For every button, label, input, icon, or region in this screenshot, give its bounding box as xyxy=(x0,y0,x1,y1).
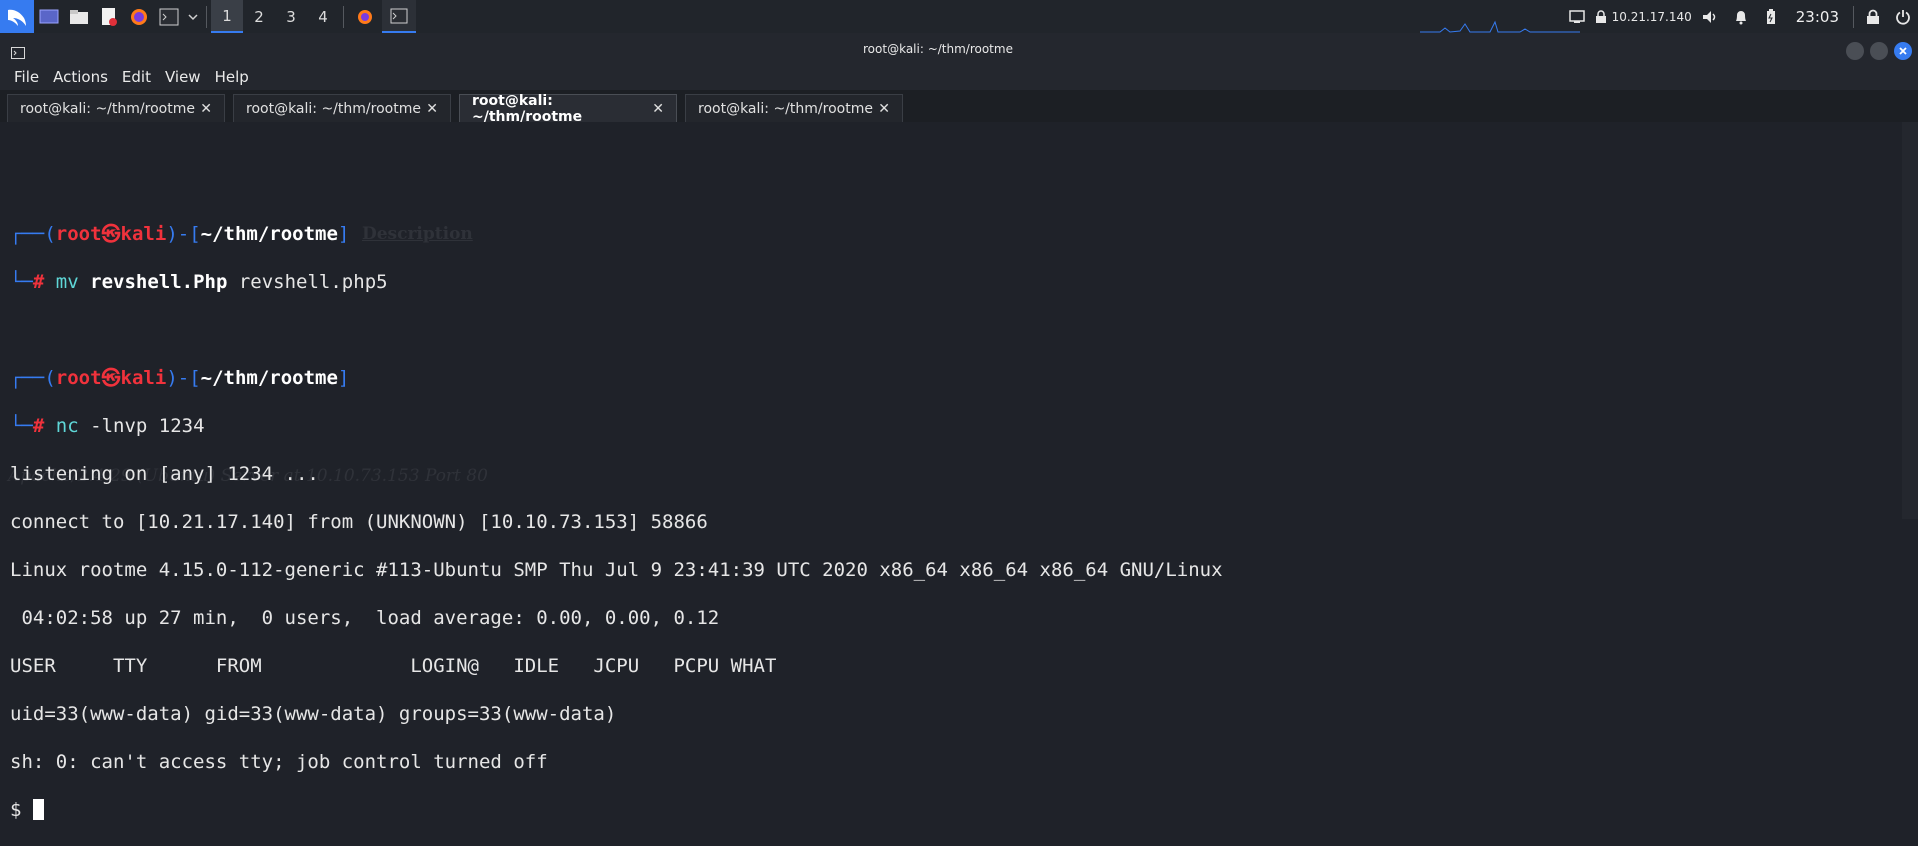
ghost-description: Description xyxy=(362,224,473,244)
terminal-scrollbar[interactable] xyxy=(1902,122,1918,519)
top-panel: 1 2 3 4 10.21.17.140 23:03 xyxy=(0,0,1918,33)
text-editor-icon[interactable] xyxy=(94,0,124,33)
window-titlebar[interactable]: root@kali: ~/thm/rootme xyxy=(0,33,1918,68)
maximize-button[interactable] xyxy=(1870,42,1888,60)
menu-file[interactable]: File xyxy=(0,68,39,86)
menu-bar: File Actions Edit View Help xyxy=(0,64,1918,90)
battery-icon[interactable] xyxy=(1756,0,1786,33)
tab-close-icon[interactable]: ✕ xyxy=(426,101,438,117)
tab-close-icon[interactable]: ✕ xyxy=(200,101,212,117)
file-manager-icon[interactable] xyxy=(64,0,94,33)
firefox-icon[interactable] xyxy=(124,0,154,33)
panel-separator xyxy=(343,5,344,28)
chevron-down-icon[interactable] xyxy=(184,0,202,33)
minimize-button[interactable] xyxy=(1846,42,1864,60)
output-line: uid=33(www-data) gid=33(www-data) groups… xyxy=(10,703,617,725)
tab-bar: root@kali: ~/thm/rootme ✕ root@kali: ~/th… xyxy=(0,90,1918,125)
shell-prompt-line: $ xyxy=(10,798,1902,822)
ghost-footer: Apache/2.4.29 (Ubuntu) Server at 10.10.7… xyxy=(8,466,488,486)
output-line: USER TTY FROM LOGIN@ IDLE JCPU PCPU WHAT xyxy=(10,655,777,677)
output-line: sh: 0: can't access tty; job control tur… xyxy=(10,751,548,773)
kali-menu-icon[interactable] xyxy=(0,0,34,33)
notification-bell-icon[interactable] xyxy=(1726,0,1756,33)
workspace-4[interactable]: 4 xyxy=(307,0,339,33)
command-line-2: └─# nc -lnvp 1234 xyxy=(10,415,205,437)
terminal-tab[interactable]: root@kali: ~/thm/rootme ✕ xyxy=(7,94,225,122)
terminal-output[interactable]: Description Apache/2.4.29 (Ubuntu) Serve… xyxy=(0,122,1902,821)
menu-actions[interactable]: Actions xyxy=(39,68,108,86)
panel-separator xyxy=(206,5,207,28)
tab-close-icon[interactable]: ✕ xyxy=(652,101,664,117)
terminal-tab-active[interactable]: root@kali: ~/thm/rootme ✕ xyxy=(459,92,677,125)
output-line: Linux rootme 4.15.0-112-generic #113-Ubu… xyxy=(10,559,1223,581)
output-line: 04:02:58 up 27 min, 0 users, load averag… xyxy=(10,607,720,629)
command-line-1: └─# mv revshell.Php revshell.php5 xyxy=(10,271,388,293)
panel-separator xyxy=(1853,5,1854,28)
cpu-graph xyxy=(1420,20,1580,33)
menu-edit[interactable]: Edit xyxy=(108,68,151,86)
tab-label: root@kali: ~/thm/rootme xyxy=(246,100,421,117)
window-title: root@kali: ~/thm/rootme xyxy=(863,42,1013,56)
show-desktop-icon[interactable] xyxy=(34,0,64,33)
power-icon[interactable] xyxy=(1888,0,1918,33)
text-cursor xyxy=(32,799,44,820)
clock[interactable]: 23:03 xyxy=(1796,8,1839,26)
menu-view[interactable]: View xyxy=(151,68,201,86)
terminal-tab[interactable]: root@kali: ~/thm/rootme ✕ xyxy=(685,94,903,122)
firefox-task-icon[interactable] xyxy=(348,0,382,33)
workspace-3[interactable]: 3 xyxy=(275,0,307,33)
vpn-lock-icon[interactable] xyxy=(1592,0,1610,33)
prompt-line-1: ┌──(root㉿kali)-[~/thm/rootme] xyxy=(10,223,350,245)
tab-close-icon[interactable]: ✕ xyxy=(878,101,890,117)
tab-label: root@kali: ~/thm/rootme xyxy=(20,100,195,117)
workspace-1[interactable]: 1 xyxy=(211,0,243,33)
terminal-task-icon[interactable] xyxy=(382,0,416,33)
close-button[interactable] xyxy=(1894,42,1912,60)
screen-icon[interactable] xyxy=(1562,0,1592,33)
tab-label: root@kali: ~/thm/rootme xyxy=(472,92,583,125)
tab-label: root@kali: ~/thm/rootme xyxy=(698,100,873,117)
prompt-line-2: ┌──(root㉿kali)-[~/thm/rootme] xyxy=(10,367,350,389)
volume-icon[interactable] xyxy=(1696,0,1726,33)
lock-screen-icon[interactable] xyxy=(1858,0,1888,33)
menu-help[interactable]: Help xyxy=(201,68,249,86)
terminal-launcher-icon[interactable] xyxy=(154,0,184,33)
workspace-2[interactable]: 2 xyxy=(243,0,275,33)
ip-address: 10.21.17.140 xyxy=(1611,9,1692,24)
output-line: connect to [10.21.17.140] from (UNKNOWN)… xyxy=(10,511,708,533)
terminal-tab[interactable]: root@kali: ~/thm/rootme ✕ xyxy=(233,94,451,122)
